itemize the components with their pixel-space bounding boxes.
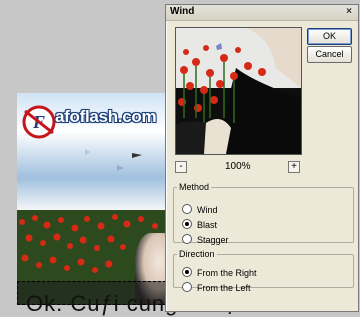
direction-group: Direction From the Right From the Left <box>173 249 354 293</box>
dialog-title: Wind <box>170 6 195 17</box>
radio-icon <box>182 282 192 292</box>
radio-label: Wind <box>197 205 218 215</box>
method-legend: Method <box>179 182 210 192</box>
radio-icon <box>182 234 192 244</box>
direction-right-radio[interactable]: From the Right <box>182 267 257 279</box>
radio-label: From the Right <box>197 268 257 278</box>
image-canvas[interactable]: F afoflash.com <box>17 93 165 305</box>
zoom-out-button[interactable]: - <box>175 161 187 173</box>
preview-image <box>176 28 301 154</box>
method-wind-radio[interactable]: Wind <box>182 204 218 216</box>
ok-button[interactable]: OK <box>307 28 352 45</box>
zoom-in-button[interactable]: + <box>288 161 300 173</box>
radio-selected-icon <box>182 219 192 229</box>
close-icon[interactable]: × <box>343 6 355 18</box>
cancel-button[interactable]: Cancel <box>307 46 352 63</box>
zoom-controls: - 100% + <box>175 161 301 173</box>
radio-selected-icon <box>182 267 192 277</box>
wind-dialog: Wind × OK Cancel - 100% + Method Wind Bl… <box>165 4 359 312</box>
method-stagger-radio[interactable]: Stagger <box>182 234 229 246</box>
radio-label: Blast <box>197 220 218 230</box>
direction-left-radio[interactable]: From the Left <box>182 282 251 294</box>
direction-legend: Direction <box>179 249 215 259</box>
method-blast-radio[interactable]: Blast <box>182 219 217 231</box>
radio-label: From the Left <box>197 283 251 293</box>
butterflies <box>85 149 142 171</box>
dialog-titlebar[interactable]: Wind × <box>166 5 358 21</box>
radio-label: Stagger <box>197 235 229 245</box>
zoom-level: 100% <box>225 161 251 172</box>
method-group: Method Wind Blast Stagger <box>173 182 354 246</box>
filter-preview[interactable] <box>175 27 302 155</box>
brand-text: afoflash.com <box>55 107 157 126</box>
radio-icon <box>182 204 192 214</box>
